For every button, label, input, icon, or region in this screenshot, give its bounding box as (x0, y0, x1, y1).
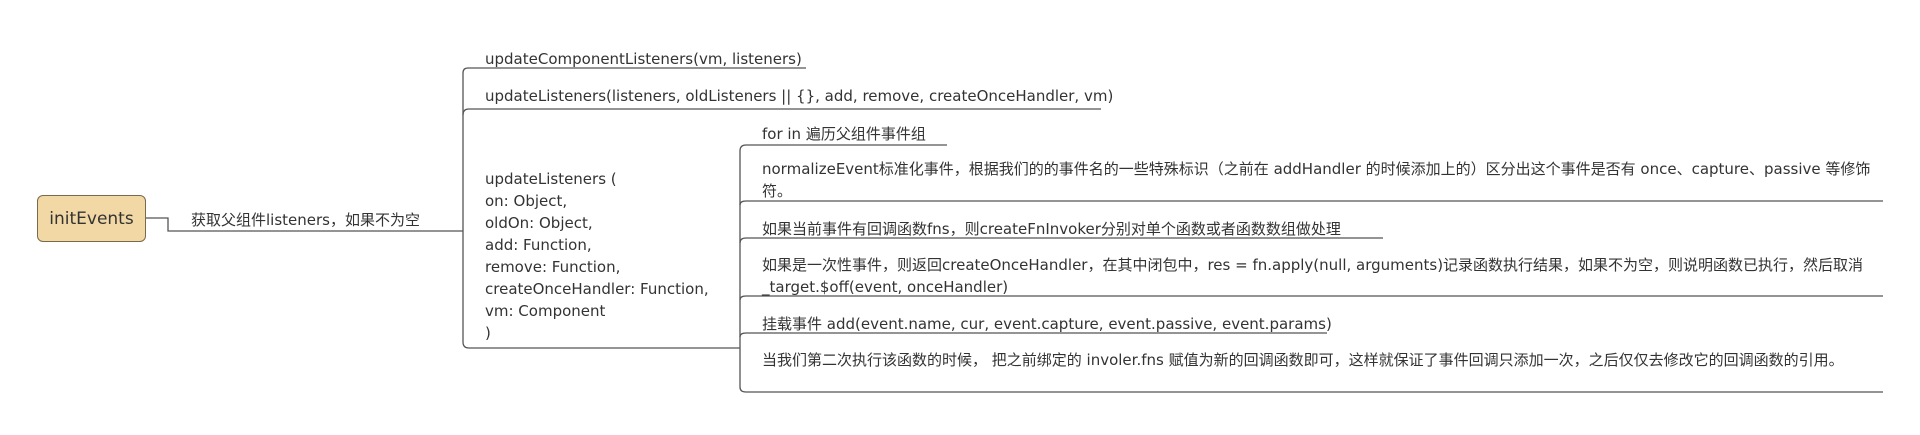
signature-line: add: Function, (485, 236, 592, 254)
root-node-label: initEvents (49, 208, 134, 229)
node-step-create-fn-invoker[interactable]: 如果当前事件有回调函数fns，则createFnInvoker分别对单个函数或者… (762, 218, 1341, 240)
signature-line: on: Object, (485, 192, 568, 210)
edge-label: 获取父组件listeners，如果不为空 (191, 211, 420, 229)
signature-line: remove: Function, (485, 258, 621, 276)
branch-underline-call (462, 108, 1101, 116)
node-update-listeners-signature[interactable]: updateListeners ( on: Object, oldOn: Obj… (485, 168, 709, 344)
node-update-listeners-call[interactable]: updateListeners(listeners, oldListeners … (485, 85, 1113, 107)
signature-line: oldOn: Object, (485, 214, 593, 232)
signature-line: vm: Component (485, 302, 606, 320)
node-step-normalize-event[interactable]: normalizeEvent标准化事件，根据我们的的事件名的一些特殊标识（之前在… (762, 158, 1872, 202)
signature-line: ) (485, 324, 491, 342)
node-step-second-run[interactable]: 当我们第二次执行该函数的时候， 把之前绑定的 involer.fns 赋值为新的… (762, 349, 1872, 371)
node-update-component-listeners[interactable]: updateComponentListeners(vm, listeners) (485, 48, 802, 70)
node-step-mount-event[interactable]: 挂载事件 add(event.name, cur, event.capture,… (762, 313, 1332, 335)
node-step-once-handler[interactable]: 如果是一次性事件，则返回createOnceHandler，在其中闭包中，res… (762, 254, 1872, 298)
signature-line: createOnceHandler: Function, (485, 280, 709, 298)
node-step-for-in[interactable]: for in 遍历父组件事件组 (762, 123, 926, 145)
signature-line: updateListeners ( (485, 170, 617, 188)
root-node-init-events[interactable]: initEvents (37, 195, 146, 242)
